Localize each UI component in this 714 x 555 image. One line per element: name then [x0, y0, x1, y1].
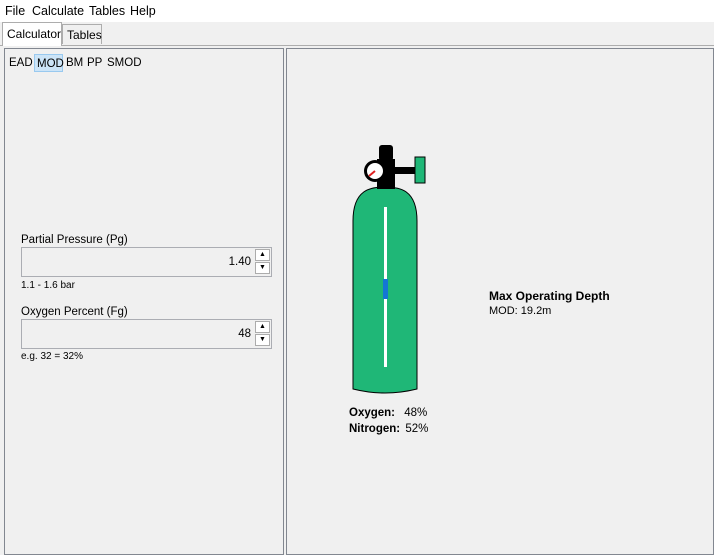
result-value: MOD: 19.2m [489, 305, 552, 317]
oxygen-percent-hint: e.g. 32 = 32% [21, 351, 83, 362]
gas-cylinder-icon [352, 145, 426, 394]
oxygen-percent-spinner[interactable]: 48 ▲ ▼ [21, 319, 272, 349]
partial-pressure-value[interactable]: 1.40 [229, 256, 251, 268]
tab-tables[interactable]: Tables [62, 24, 102, 44]
partial-pressure-up-arrow-icon[interactable]: ▲ [255, 249, 270, 261]
partial-pressure-down-arrow-icon[interactable]: ▼ [255, 262, 270, 274]
oxygen-row: Oxygen: 48% [349, 407, 427, 419]
mode-ead-button[interactable]: EAD [7, 54, 35, 72]
input-panel: EAD MOD BM PP SMOD Partial Pressure (Pg)… [4, 48, 284, 555]
oxygen-percent-arrows: ▲ ▼ [255, 321, 270, 347]
oxygen-percent-up-arrow-icon[interactable]: ▲ [255, 321, 270, 333]
nitrogen-label: Nitrogen: [349, 423, 401, 435]
oxygen-label: Oxygen: [349, 407, 396, 419]
valve-top [379, 145, 393, 161]
tab-divider [0, 45, 714, 46]
menu-file[interactable]: File [5, 4, 25, 18]
oxygen-percent-label: Oxygen Percent (Fg) [21, 306, 128, 318]
nitrogen-row: Nitrogen: 52% [349, 423, 428, 435]
oxygen-percent-value[interactable]: 48 [238, 328, 251, 340]
mode-bm-button[interactable]: BM [64, 54, 85, 72]
partial-pressure-label: Partial Pressure (Pg) [21, 234, 128, 246]
cylinder-level-marker [383, 279, 388, 299]
partial-pressure-hint: 1.1 - 1.6 bar [21, 280, 75, 291]
partial-pressure-arrows: ▲ ▼ [255, 249, 270, 275]
mode-smod-button[interactable]: SMOD [105, 54, 144, 72]
result-panel: Oxygen: 48% Nitrogen: 52% Max Operating … [286, 48, 714, 555]
tab-bar: Calculator Tables [0, 22, 714, 46]
menu-bar: File Calculate Tables Help [0, 0, 714, 22]
menu-help[interactable]: Help [130, 4, 156, 18]
valve-handwheel [414, 156, 426, 184]
partial-pressure-spinner[interactable]: 1.40 ▲ ▼ [21, 247, 272, 277]
result-title: Max Operating Depth [489, 289, 610, 303]
oxygen-value: 48% [404, 407, 428, 419]
mode-mod-button[interactable]: MOD [34, 54, 64, 72]
tab-calculator[interactable]: Calculator [2, 22, 62, 46]
mode-pp-button[interactable]: PP [85, 54, 104, 72]
menu-calculate[interactable]: Calculate [32, 4, 84, 18]
nitrogen-value: 52% [405, 423, 429, 435]
oxygen-percent-down-arrow-icon[interactable]: ▼ [255, 334, 270, 346]
menu-tables[interactable]: Tables [89, 4, 125, 18]
valve-arm [393, 167, 417, 174]
